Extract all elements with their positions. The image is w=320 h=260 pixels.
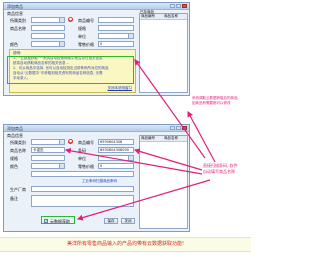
saved-items-grid[interactable]: 商品编号 商品名称 [139,135,188,229]
price-input[interactable]: 0 [98,163,134,169]
code-value: 6930604308 [100,140,123,144]
price-label: 零售价格 [78,42,94,47]
code-input[interactable]: 6930604308 [98,139,134,145]
manufacturer-label: 生产厂商 [10,187,26,192]
refresh-icon[interactable]: ● [68,17,73,22]
grid-col-name: 商品名称 [164,14,178,18]
link-text[interactable]: 工业条码扫描商品条码 [82,179,117,184]
category-select[interactable] [31,17,65,23]
row5-input[interactable] [31,171,134,177]
price-value: 0 [100,42,103,46]
unit-label: 单位 [78,34,86,39]
refresh-icon[interactable]: ● [68,139,73,144]
arrow-to-notice [187,110,216,163]
remark-input[interactable] [31,195,134,207]
code-label: 商品编号 [78,140,94,145]
spec-input[interactable] [31,155,65,161]
spec-label: 规格 [78,26,86,31]
bottom-dialog-titlebar[interactable]: 添加商品 [4,125,189,132]
minimize-button[interactable] [170,126,175,130]
bottom-dialog-title: 添加商品 [7,125,23,131]
barcode-value: 6930604308090 [100,148,129,152]
barcode-input[interactable]: 6930604308090 [98,147,134,153]
group-label: 商品信息 [7,11,23,16]
unit-label: 单位 [78,156,86,161]
unit-select[interactable] [98,155,134,161]
name-label: 商品名称 [10,26,26,31]
color-select[interactable] [31,163,65,169]
price-label: 零售价格 [78,164,94,169]
blank-input[interactable] [31,33,65,39]
category-select[interactable] [31,139,65,145]
callout-middle-right: 直接扫描条码, 软件 自动填写商品名称 [203,163,251,175]
category-label: 所属类别 [10,140,26,145]
price-value: 0 [100,164,103,168]
maximize-button[interactable] [176,4,181,8]
save-button[interactable]: 保存 [104,218,118,224]
code-label: 商品编号 [78,18,94,23]
barcode-label: 条码 [78,148,86,153]
grid-col-code: 商品编号 [141,136,155,140]
bottom-dialog-window: 添加商品 商品信息 所属类别 ● 商品编号 6930604308 商品名称 卡诺… [3,124,190,232]
spec-label: 规格 [10,156,18,161]
grid-col-name: 商品名称 [164,136,178,140]
name-input[interactable]: 卡诺迅 [31,147,65,153]
name-value: 卡诺迅 [33,148,44,152]
color-select[interactable] [31,41,65,47]
name-label: 商品名称 [10,148,26,153]
close-button[interactable]: 关闭 [121,218,135,224]
price-input[interactable]: 0 [98,41,134,47]
top-dialog-titlebar[interactable]: 添加商品 [4,3,189,10]
grid-header: 商品编号 商品名称 [140,136,187,142]
saved-items-grid[interactable]: 商品编号 商品名称 [139,13,188,93]
minimize-button[interactable] [170,4,175,8]
manufacturer-input[interactable] [31,186,134,192]
callout-line: 如商品有需要都可以修改 [192,101,231,105]
callout-top-right: 系统调取云数据获取后的商品, 如商品有需要都可以修改 [192,96,251,106]
highlight-frame [7,56,134,84]
close-notice-link[interactable]: 关闭本说明窗口 [108,86,133,91]
unit-select[interactable] [98,33,134,39]
code-input[interactable] [98,17,134,23]
grid-title: 已存商品 [140,10,154,14]
close-window-button[interactable] [182,126,187,130]
bottom-banner: 美洋所有零售商品输入的产品均带有云数据获取功能! [0,237,251,252]
top-dialog-title: 添加商品 [7,3,23,9]
callout-line: 自动填写商品名称 [203,169,235,174]
color-label: 颜色 [10,164,18,169]
spec-input[interactable] [98,25,134,31]
checkbox-highlight-frame [41,216,75,224]
color-label: 颜色 [10,42,18,47]
remark-label: 备注 [10,196,18,201]
maximize-button[interactable] [176,126,181,130]
category-label: 所属类别 [10,18,26,23]
close-window-button[interactable] [182,4,187,8]
group-label: 商品信息 [7,133,23,138]
name-input[interactable] [31,25,65,31]
